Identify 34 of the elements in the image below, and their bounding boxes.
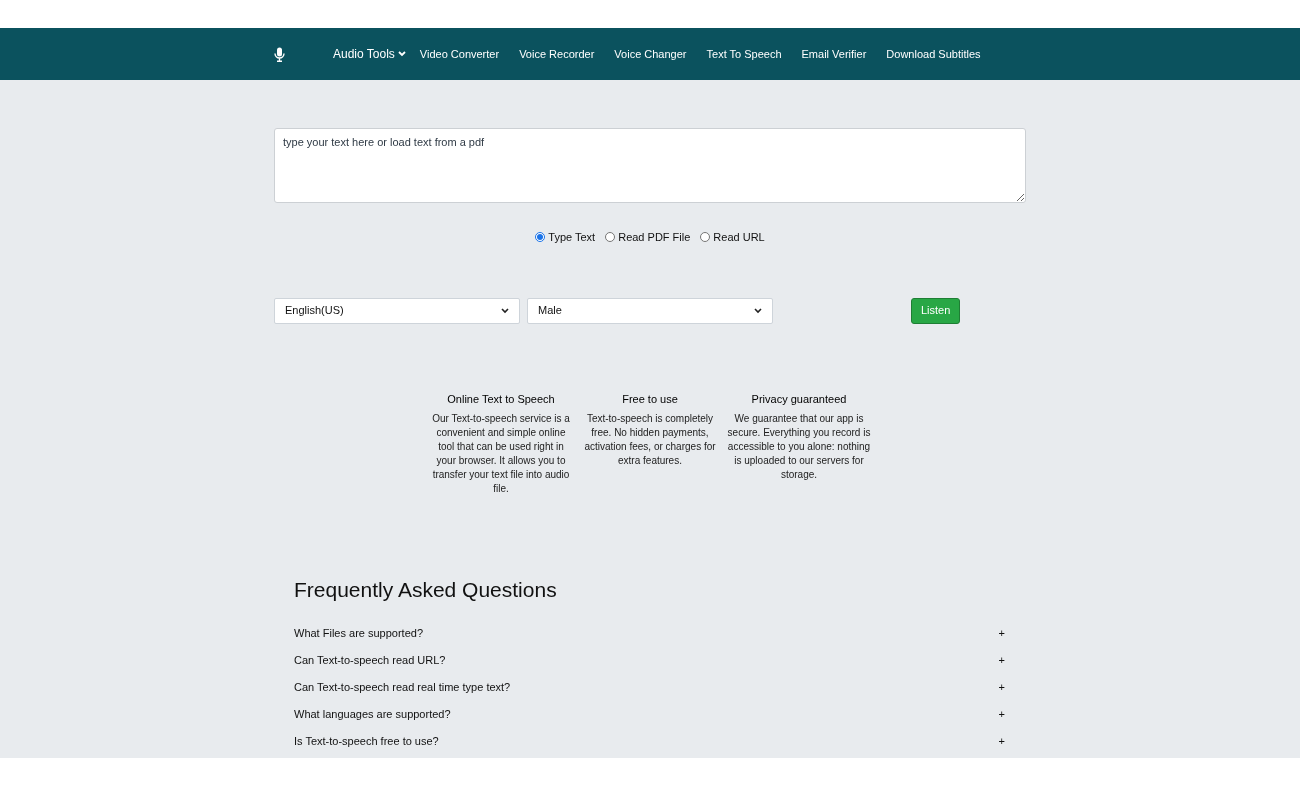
source-option[interactable]: Read URL [700,229,765,246]
faq-question[interactable]: What Files are supported? [294,625,423,642]
microphone-icon[interactable] [274,46,285,62]
language-select[interactable]: English(US) [274,297,520,324]
expand-toggle[interactable]: + [998,706,1006,723]
nav-link[interactable]: Text To Speech [706,45,782,63]
source-option[interactable]: Type Text [535,229,596,246]
faq-heading: Frequently Asked Questions [294,577,558,603]
expand-toggle[interactable]: + [998,625,1006,642]
caret-icon [397,51,406,57]
voice-select[interactable]: Male [527,297,773,324]
faq-question[interactable]: Is Text-to-speech free to use? [294,733,439,750]
nav-link[interactable]: Voice Recorder [519,45,595,63]
expand-toggle[interactable]: + [998,679,1006,696]
feature-title: Free to use [622,391,678,407]
chevron-icon [754,307,762,314]
nav-dropdown[interactable]: Audio Tools [333,45,406,63]
faq-question[interactable]: What languages are supported? [294,706,451,723]
expand-toggle[interactable]: + [998,733,1006,750]
feature-title: Online Text to Speech [447,391,555,407]
source-option[interactable]: Read PDF File [605,229,691,246]
expand-toggle[interactable]: + [998,652,1006,669]
feature-title: Privacy guaranteed [751,391,847,407]
nav-link[interactable]: Download Subtitles [886,45,981,63]
faq-question[interactable]: Can Text-to-speech read real time type text? [294,679,511,696]
feature-description: We guarantee that our app is secure. Everything you record is accessible to you alone: nothing is uploaded to our servers for storage. [727,412,871,482]
faq-question[interactable]: Can Text-to-speech read URL? [294,652,446,669]
nav-link[interactable]: Voice Changer [614,45,687,63]
feature-description: Our Text-to-speech service is a convenient and simple online tool that can be used right in your browser. It allows you to transfer your text file into audio file. [431,412,571,496]
feature-description: Text-to-speech is completely free. No hidden payments, activation fees, or charges for extra features. [583,412,717,468]
chevron-icon [501,307,509,314]
nav-link[interactable]: Email Verifier [801,45,867,63]
text-input[interactable]: type your text here or load text from a pdf [274,128,1026,203]
nav-link[interactable]: Video Converter [419,45,500,63]
